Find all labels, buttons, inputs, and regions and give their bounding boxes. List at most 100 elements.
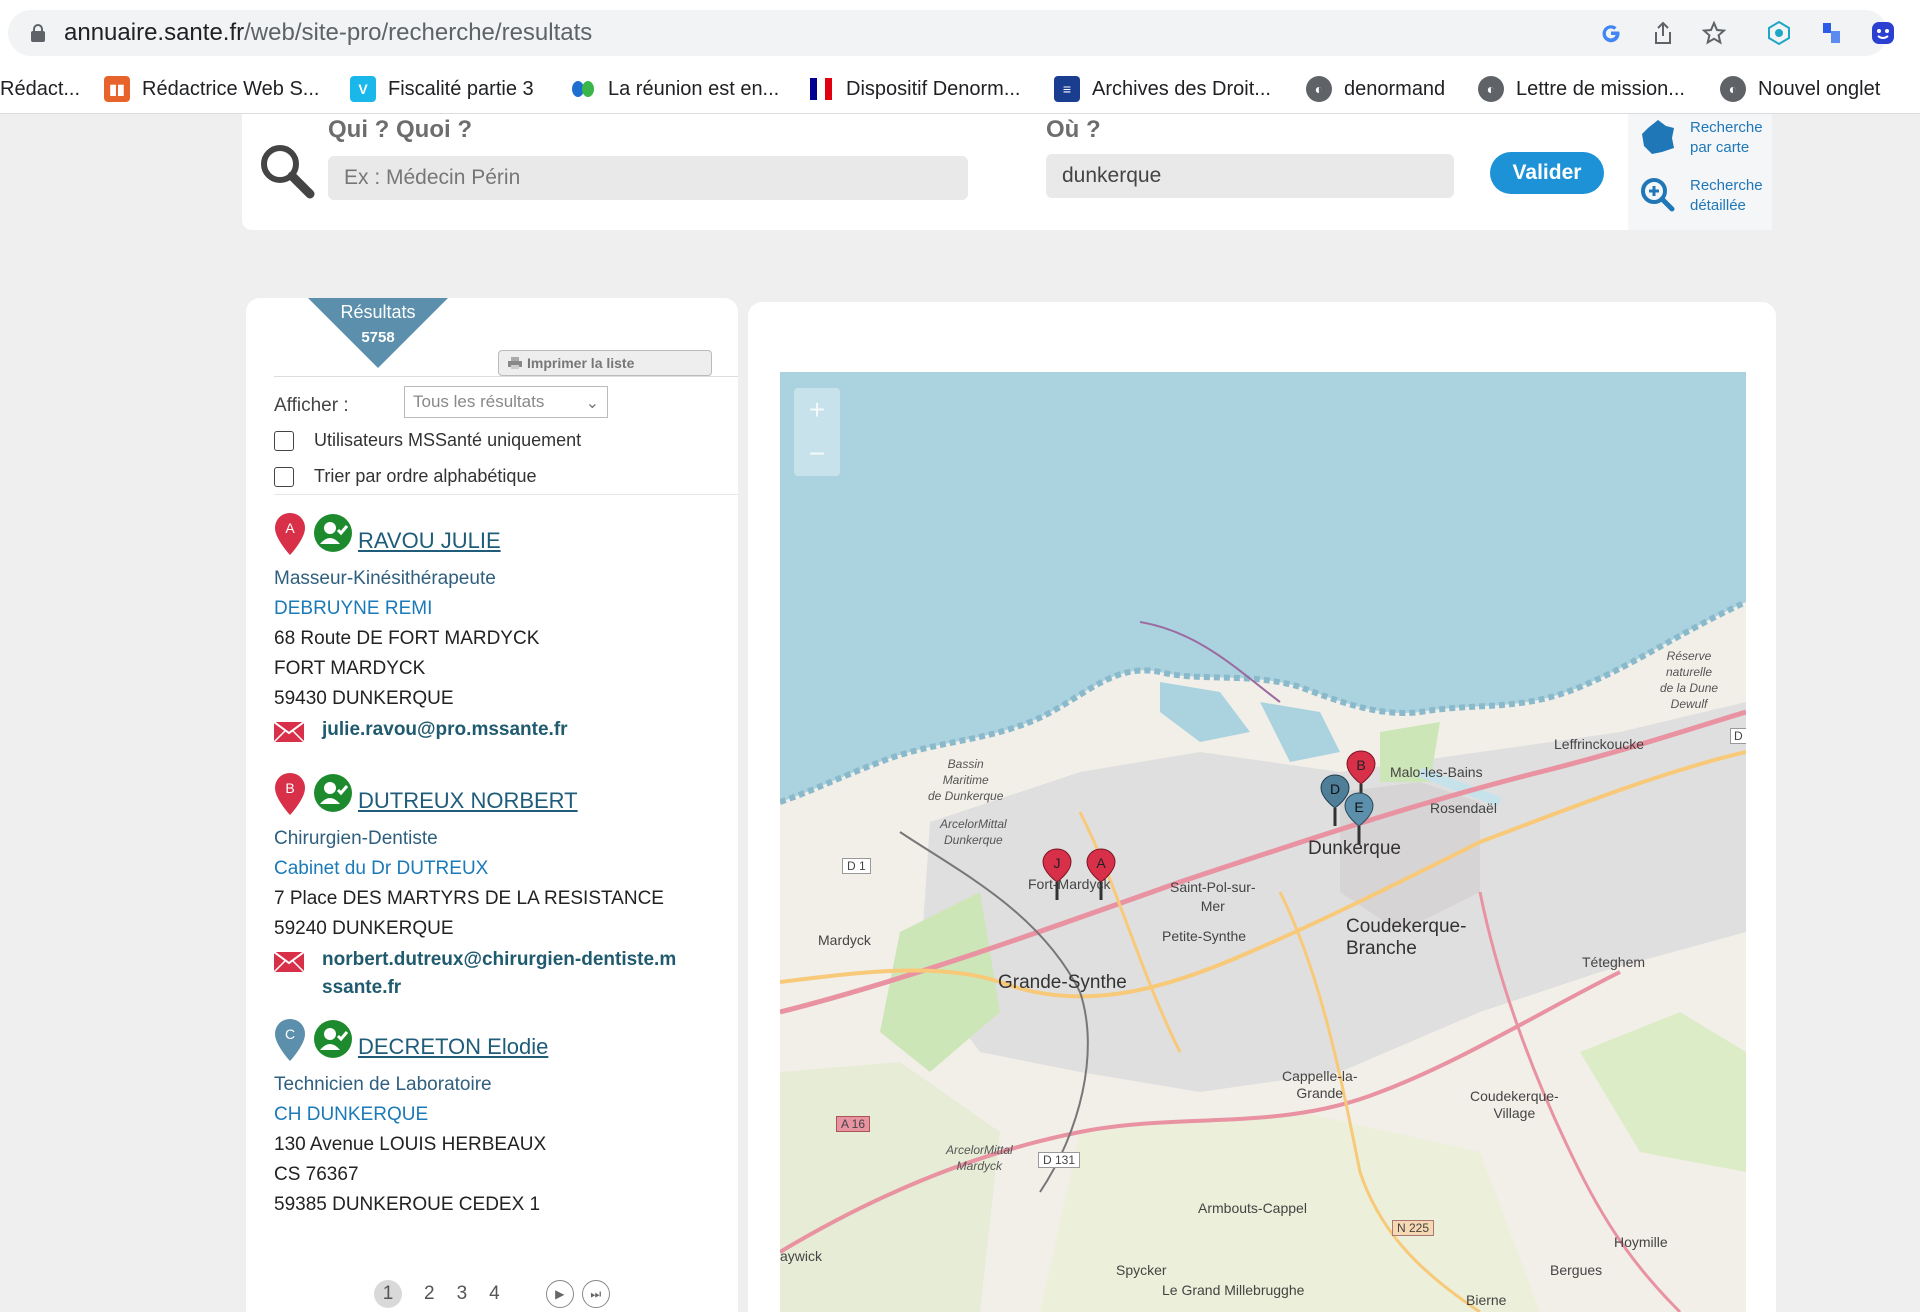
afficher-select[interactable]: Tous les résultats ⌄	[404, 386, 608, 418]
zoom-out-button[interactable]: −	[794, 432, 840, 476]
map-label-mardyck: Mardyck	[818, 932, 871, 948]
map-label-arcelor-mardyck: ArcelorMittal Mardyck	[946, 1143, 1013, 1173]
result-name-link[interactable]: RAVOU JULIE	[358, 528, 501, 554]
zoom-search-icon	[1641, 178, 1675, 212]
print-list-button[interactable]: Imprimer la liste	[498, 350, 712, 376]
extension-blocks-icon[interactable]	[1817, 18, 1847, 48]
map-label-millebrugghe: Le Grand Millebrugghe	[1162, 1282, 1305, 1298]
result-address-line: CS 76367	[274, 1164, 359, 1185]
bookmark-reunion[interactable]: La réunion est en...	[570, 74, 779, 104]
mssante-user-icon	[314, 514, 352, 552]
last-page-icon[interactable]: ⏭	[581, 1280, 610, 1308]
result-item: C DECRETON Elodie Technicien de Laborato…	[274, 1018, 734, 1210]
map-label-saint-pol: Saint-Pol-sur- Mer	[1170, 879, 1256, 914]
svg-text:A: A	[285, 520, 295, 536]
svg-text:B: B	[1356, 757, 1365, 773]
bookmark-lettre[interactable]: ◐ Lettre de mission...	[1478, 74, 1685, 104]
svg-text:A: A	[1096, 855, 1106, 871]
ou-input[interactable]	[1046, 154, 1454, 198]
extension-hex-icon[interactable]	[1764, 18, 1794, 48]
result-address-line: 7 Place DES MARTYRS DE LA RESISTANCE	[274, 888, 664, 909]
url-text[interactable]: annuaire.sante.fr/web/site-pro/recherche…	[64, 19, 592, 47]
bookmark-redact[interactable]: Rédact...	[0, 74, 80, 104]
result-organization: DEBRUYNE REMI	[274, 598, 433, 619]
page-3[interactable]: 3	[457, 1283, 468, 1305]
map-label-coudekerque-branche: Coudekerque- Branche	[1346, 916, 1467, 959]
result-address-line: 68 Route DE FORT MARDYCK	[274, 628, 540, 649]
map-label-spycker: Spycker	[1116, 1262, 1167, 1278]
svg-text:E: E	[1354, 799, 1363, 815]
result-organization: Cabinet du Dr DUTREUX	[274, 858, 489, 879]
map-pin-icon: B	[275, 773, 305, 815]
results-count: 5758	[361, 329, 395, 346]
search-panel: Qui ? Quoi ? Où ? Valider Recherche par …	[242, 114, 1772, 230]
result-address-line: 59430 DUNKERQUE	[274, 688, 454, 709]
page-4[interactable]: 4	[489, 1283, 500, 1305]
alpha-checkbox[interactable]	[274, 466, 294, 487]
map-label-rosendael: Rosendaël	[1430, 800, 1497, 816]
result-address-line: 59240 DUNKERQUE	[274, 918, 454, 939]
road-label-d131: D 131	[1038, 1152, 1081, 1168]
orange-app-icon: ▮▮	[104, 76, 130, 102]
map-label-malo: Malo-les-Bains	[1390, 764, 1483, 780]
zoom-in-button[interactable]: +	[794, 388, 840, 432]
valider-button[interactable]: Valider	[1490, 152, 1604, 194]
ou-label: Où ?	[1046, 116, 1101, 143]
page-2[interactable]: 2	[424, 1283, 435, 1305]
map-label-bierne: Bierne	[1466, 1292, 1507, 1308]
afficher-label: Afficher :	[274, 395, 349, 416]
map-marker-a[interactable]: A	[1086, 848, 1116, 902]
map-label-arcelor-dunkerque: ArcelorMittal Dunkerque	[940, 817, 1007, 847]
globe-icon: ◐	[1478, 76, 1504, 102]
star-icon[interactable]	[1699, 18, 1729, 48]
result-organization: CH DUNKERQUE	[274, 1104, 429, 1125]
result-specialty: Chirurgien-Dentiste	[274, 828, 438, 849]
map-marker-j[interactable]: J	[1042, 848, 1072, 902]
globe-icon: ◐	[1306, 76, 1332, 102]
results-map[interactable]: + − Dunkerque Grande-Synthe Coudekerque-…	[780, 372, 1746, 1312]
extension-face-icon[interactable]	[1868, 18, 1898, 48]
google-icon[interactable]	[1596, 18, 1626, 48]
page-1[interactable]: 1	[374, 1280, 402, 1308]
qui-quoi-input[interactable]	[328, 156, 968, 200]
globe-icon: ◐	[1720, 76, 1746, 102]
map-label-hoymille: Hoymille	[1614, 1234, 1668, 1250]
bookmark-nouvel-onglet[interactable]: ◐ Nouvel onglet	[1720, 74, 1880, 104]
bookmark-fiscalite[interactable]: V Fiscalité partie 3	[350, 74, 534, 104]
map-marker-e[interactable]: E	[1344, 792, 1374, 846]
lock-icon	[31, 24, 45, 42]
bookmark-dispositif[interactable]: Dispositif Denorm...	[808, 74, 1021, 104]
zoom-control: + −	[794, 388, 840, 476]
result-email[interactable]: norbert.dutreux@chirurgien-dentiste.m ssa…	[274, 946, 734, 1002]
road-label-a16: A 16	[836, 1116, 871, 1132]
result-name-link[interactable]: DUTREUX NORBERT	[358, 788, 578, 814]
map-pin-icon: C	[275, 1019, 305, 1061]
address-bar-area: annuaire.sante.fr/web/site-pro/recherche…	[0, 0, 1920, 66]
filter-mss[interactable]: Utilisateurs MSSanté uniquement	[274, 430, 581, 451]
mss-checkbox[interactable]	[274, 430, 294, 451]
bookmark-denormand[interactable]: ◐ denormand	[1306, 74, 1445, 104]
next-page-icon[interactable]: ▶	[545, 1280, 574, 1308]
result-address-line: 59385 DUNKERQUE CEDEX 1	[274, 1194, 541, 1210]
road-label-d: D	[1730, 728, 1746, 744]
result-address-line: FORT MARDYCK	[274, 658, 426, 679]
filter-alpha[interactable]: Trier par ordre alphabétique	[274, 466, 536, 487]
detailed-search-link[interactable]: Recherche détaillée	[1638, 176, 1770, 216]
bookmark-redactrice[interactable]: ▮▮ Rédactrice Web S...	[104, 74, 319, 104]
map-search-link[interactable]: Recherche par carte	[1638, 118, 1770, 158]
bookmark-archives[interactable]: ≡ Archives des Droit...	[1054, 74, 1271, 104]
results-title: Résultats	[340, 302, 416, 322]
svg-text:J: J	[1054, 855, 1061, 871]
result-name-link[interactable]: DECRETON Elodie	[358, 1034, 548, 1060]
map-label-craywick: aywick	[780, 1248, 823, 1264]
mssante-user-icon	[314, 1020, 352, 1058]
map-label-cappelle: Cappelle-la- Grande	[1282, 1068, 1358, 1101]
map-label-coudekerque-village: Coudekerque- Village	[1470, 1088, 1559, 1121]
result-email[interactable]: julie.ravou@pro.mssante.fr	[274, 716, 734, 744]
road-label-n225: N 225	[1392, 1220, 1435, 1236]
share-icon[interactable]	[1648, 18, 1678, 48]
french-flag-icon	[808, 76, 834, 102]
svg-text:B: B	[285, 780, 294, 796]
results-panel: Résultats 5758 Imprimer la liste Affiche…	[246, 298, 738, 1312]
bookmarks-bar: Rédact... ▮▮ Rédactrice Web S... V Fiscali…	[0, 66, 1920, 114]
